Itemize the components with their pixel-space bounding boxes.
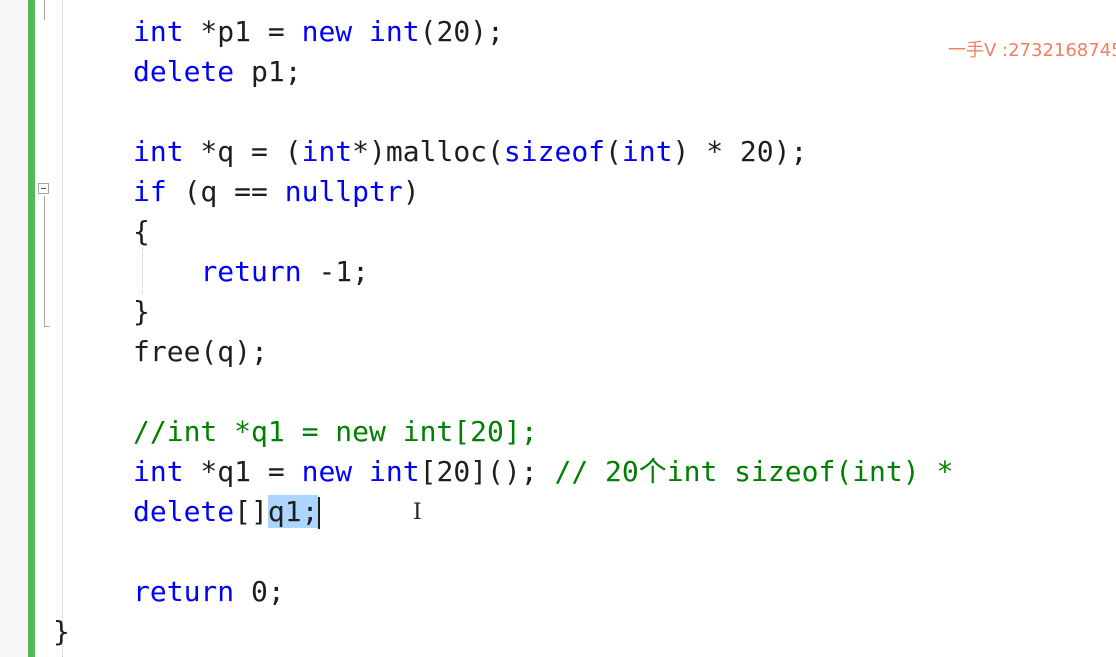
code-token: p1; [234,55,302,88]
code-token: free(q); [133,335,268,368]
code-token: [] [234,495,268,528]
code-token: sizeof [503,135,606,168]
code-token: } [133,295,150,328]
code-token: *q1 = [183,455,302,488]
code-line[interactable]: //int *q1 = new int[20]; [133,412,538,452]
code-line[interactable]: int *p1 = new int(20); [133,12,504,52]
code-token: int [369,15,420,48]
code-line[interactable]: free(q); [133,332,268,372]
code-token: { [133,215,150,248]
code-token: *p1 = [183,15,302,48]
code-token: ( [605,135,622,168]
code-token: *)malloc( [352,135,504,168]
code-token: int [621,135,673,168]
code-token: new [301,15,353,48]
code-line[interactable]: } [53,612,70,652]
indent-guide [62,0,63,657]
code-token: // 20个int sizeof(int) * [554,455,971,488]
code-token: delete [133,495,235,528]
line-number-gutter [0,0,28,657]
code-token: *q = ( [183,135,302,168]
code-token: nullptr [284,175,403,208]
code-line[interactable]: delete p1; [133,52,302,92]
code-token: int [369,455,420,488]
code-line[interactable]: return 0; [133,572,285,612]
code-token: int [133,135,184,168]
code-line[interactable]: return -1; [133,252,369,292]
change-tracking-bar [28,0,35,657]
code-line[interactable]: if (q == nullptr) [133,172,420,212]
code-token: return [133,575,235,608]
selected-text: q1; [267,495,319,528]
code-token: int [133,455,184,488]
outline-line [44,0,45,20]
code-token: ) [402,175,420,208]
text-caret [318,497,321,529]
code-token: (20); [419,15,504,48]
outlining-margin [35,0,55,657]
code-token: //int *q1 = new int[20]; [133,415,538,448]
code-token: if [133,175,167,208]
outline-end-tick [44,326,50,327]
code-token: new [301,455,353,488]
code-line[interactable]: int *q1 = new int[20](); // 20个int sizeo… [133,452,970,492]
code-token: } [53,615,70,648]
code-token: (q == [166,175,285,208]
code-token: int [133,15,184,48]
code-token: return [200,255,302,288]
collapse-icon[interactable] [38,183,49,194]
outline-line [44,196,45,326]
code-token: -1; [301,255,370,288]
code-token: int [301,135,353,168]
code-line[interactable]: } [133,292,150,332]
code-editor[interactable]: int *p1 = new int(20); delete p1; int *q =… [0,0,1116,657]
code-token: delete [133,55,235,88]
code-line[interactable]: int *q = (int*)malloc(sizeof(int) * 20); [133,132,807,172]
code-token: ) * 20); [672,135,808,168]
text-cursor-icon: I [413,500,422,525]
code-token: 0; [234,575,285,608]
code-token: [20](); [419,455,555,488]
watermark: 一手V :2732168745 [948,40,1116,61]
code-line[interactable]: { [133,212,150,252]
code-line[interactable]: delete[]q1; [133,492,321,532]
